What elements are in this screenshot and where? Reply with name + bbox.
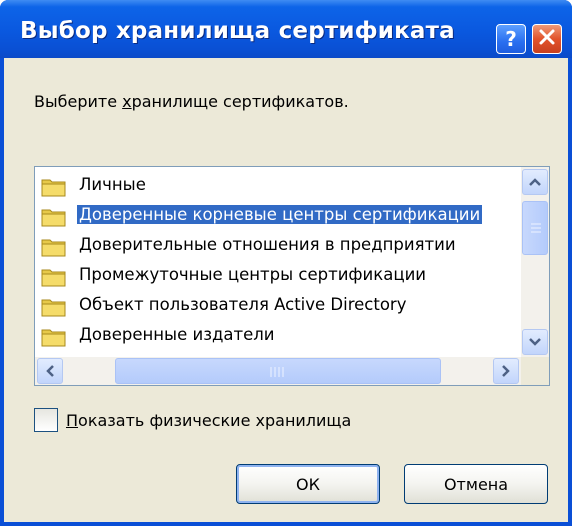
cancel-button[interactable]: Отмена <box>404 464 548 504</box>
store-item-trusted-publishers[interactable]: Доверенные издатели <box>35 321 521 351</box>
show-physical-stores-checkbox[interactable] <box>34 408 58 432</box>
store-item-label: Личные <box>79 175 146 194</box>
vertical-scrollbar[interactable] <box>521 167 549 357</box>
store-item-label: Доверенные издатели <box>79 325 275 344</box>
store-item-ad-user[interactable]: Объект пользователя Active Directory <box>35 291 521 321</box>
store-item-label: Объект пользователя Active Directory <box>79 295 407 314</box>
dialog-title: Выбор хранилища сертификата <box>20 18 455 44</box>
store-item-label: Промежуточные центры сертификации <box>79 265 427 284</box>
folder-icon <box>41 239 66 257</box>
horizontal-scrollbar[interactable] <box>35 357 521 385</box>
show-physical-stores-label[interactable]: Показать физические хранилища <box>66 411 351 430</box>
dialog-window: Выбор хранилища сертификата ? Выберите х… <box>0 0 572 526</box>
grip-icon <box>270 367 284 377</box>
scroll-right-icon <box>502 365 510 377</box>
store-items: Личные Доверенные корневые центры сертиф… <box>35 167 521 357</box>
store-item-label: Доверительные отношения в предприятии <box>79 235 456 254</box>
title-bar[interactable]: Выбор хранилища сертификата ? <box>0 0 572 58</box>
folder-icon <box>41 179 66 197</box>
scroll-up-icon <box>529 178 541 186</box>
prompt-text: Выберите хранилище сертификатов. <box>34 92 349 111</box>
scroll-right-button[interactable] <box>493 358 519 384</box>
help-icon: ? <box>505 27 517 51</box>
scroll-up-button[interactable] <box>522 169 548 195</box>
horizontal-scroll-thumb[interactable] <box>115 358 441 384</box>
scroll-left-button[interactable] <box>37 358 63 384</box>
store-item-intermediate[interactable]: Промежуточные центры сертификации <box>35 261 521 291</box>
folder-icon <box>41 329 66 347</box>
grip-icon <box>531 223 541 233</box>
close-button[interactable] <box>532 24 562 54</box>
certificate-store-list[interactable]: Личные Доверенные корневые центры сертиф… <box>34 166 550 386</box>
help-button[interactable]: ? <box>496 24 526 54</box>
folder-icon <box>41 209 66 227</box>
store-item-enterprise-trust[interactable]: Доверительные отношения в предприятии <box>35 231 521 261</box>
ok-button[interactable]: ОК <box>236 464 380 504</box>
scroll-down-button[interactable] <box>522 329 548 355</box>
scroll-down-icon <box>529 338 541 346</box>
close-icon <box>538 28 556 50</box>
store-item-trusted-root[interactable]: Доверенные корневые центры сертификации <box>35 201 521 231</box>
folder-icon <box>41 269 66 287</box>
scroll-corner <box>521 357 549 385</box>
scroll-left-icon <box>46 365 54 377</box>
store-item-label: Доверенные корневые центры сертификации <box>77 205 483 224</box>
folder-icon <box>41 299 66 317</box>
vertical-scroll-thumb[interactable] <box>522 201 548 255</box>
dialog-body: Выберите хранилище сертификатов. Личные … <box>4 58 568 522</box>
store-item-personal[interactable]: Личные <box>35 171 521 201</box>
